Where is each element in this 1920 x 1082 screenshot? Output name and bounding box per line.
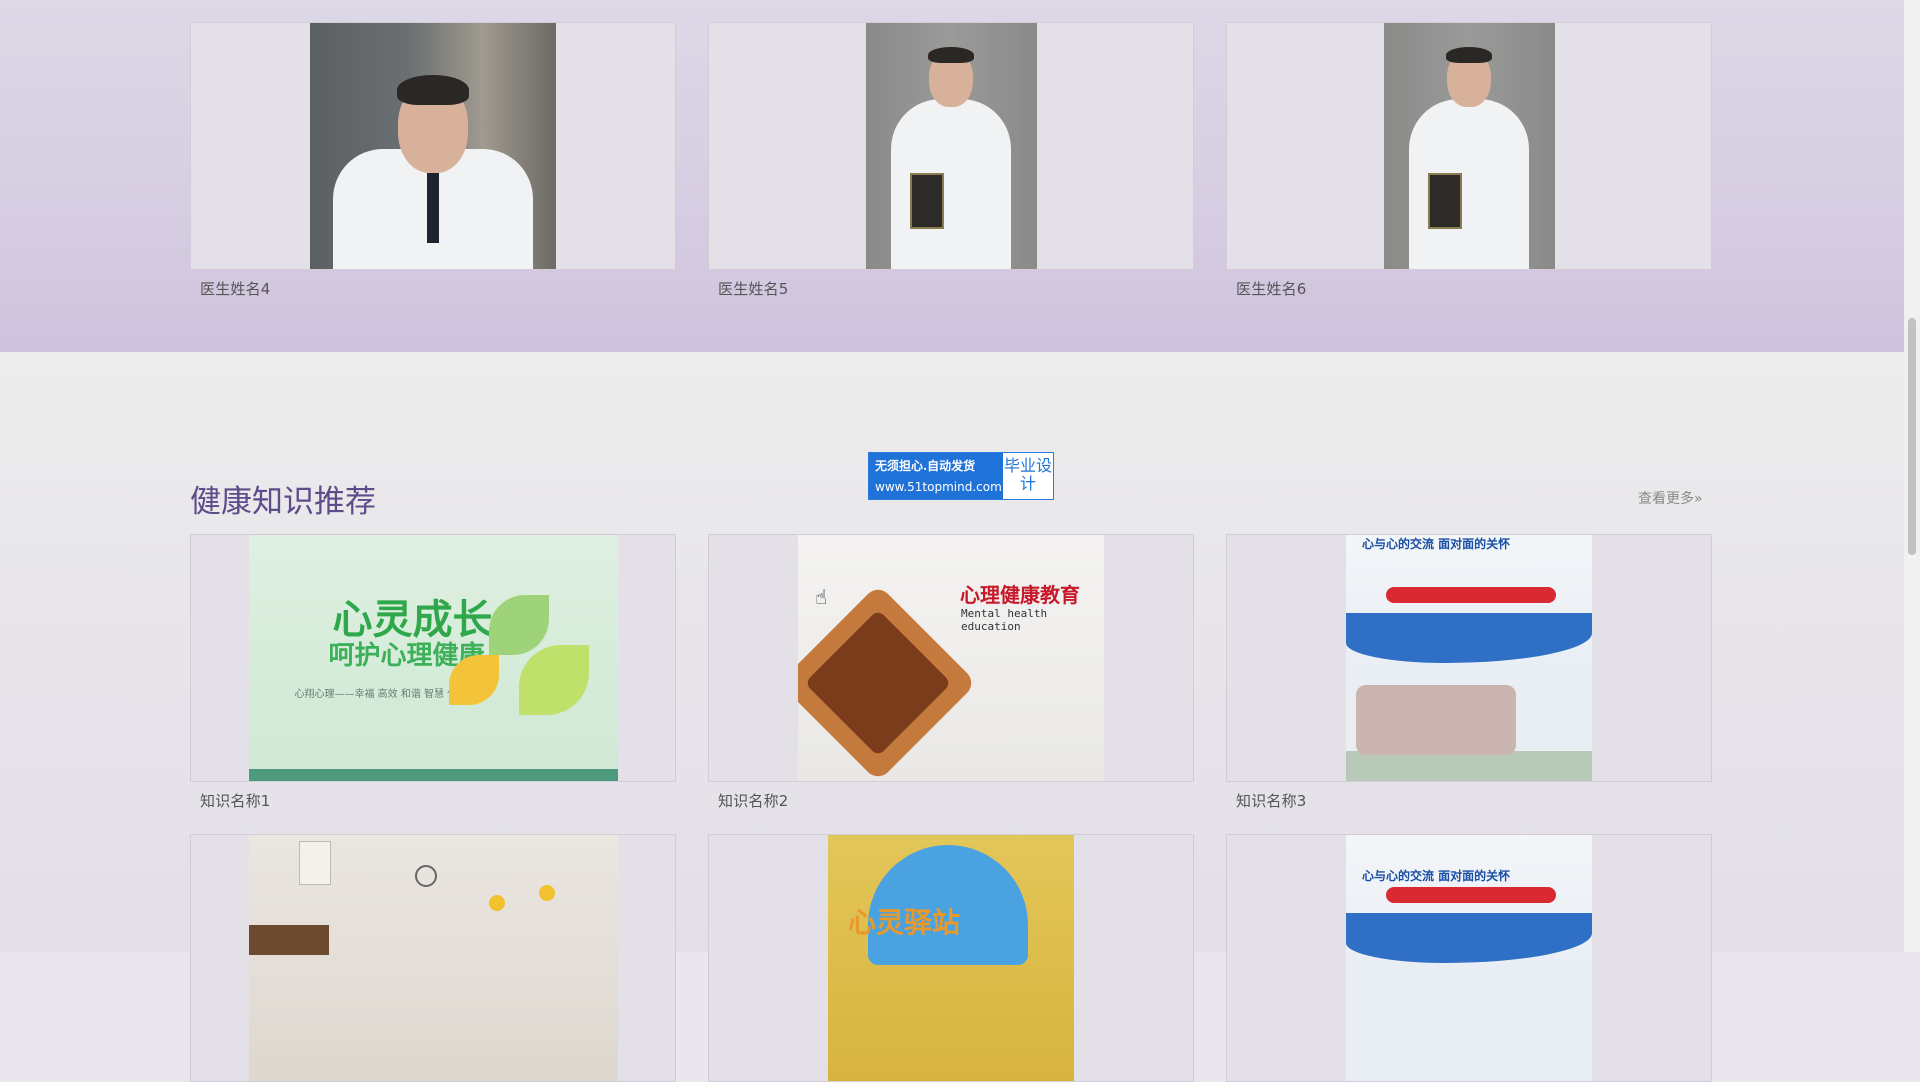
knowledge-image-frame [190,834,676,1082]
red-band [1386,887,1556,903]
doctor-hair [928,47,974,63]
ad-line1: 无须担心.自动发货 [875,459,976,473]
knowledge-image-frame: 心与心的交流 面对面的关怀 [1226,534,1712,782]
knowledge-image[interactable]: 心与心的交流 面对面的关怀 [1346,835,1592,1081]
doctor-card[interactable]: 医生姓名5 [708,22,1194,299]
knowledge-card[interactable]: 心理健康教育 Mental health education 知识名称2 [708,534,1194,811]
doctor-card[interactable]: 医生姓名4 [190,22,676,299]
wall-clock [414,865,437,887]
doctor-photo[interactable] [310,23,556,269]
knowledge-image-frame: 心灵驿站 [708,834,1194,1082]
image-text-3: 心翔心理——幸福 高效 和谐 智慧 保密 [294,689,468,700]
scrollbar-thumb[interactable] [1908,318,1916,555]
knowledge-image[interactable]: 心灵驿站 [828,835,1074,1081]
knowledge-name[interactable]: 知识名称2 [708,790,1194,811]
knowledge-image-frame: 心理健康教育 Mental health education [708,534,1194,782]
knowledge-card[interactable]: 心与心的交流 面对面的关怀 知识名称3 [1226,534,1712,811]
floor [1346,751,1592,781]
ad-badge[interactable]: 无须担心.自动发货 www.51topmind.com 毕业设计 [868,452,1054,500]
more-link[interactable]: 查看更多» [1638,488,1703,508]
knowledge-image[interactable] [248,835,618,1081]
image-text-1: 心理健康教育 [960,583,1080,607]
knowledge-image-frame: 心灵成长 呵护心理健康 心翔心理——幸福 高效 和谐 智慧 保密 [190,534,676,782]
doctor-name[interactable]: 医生姓名5 [708,278,1194,299]
knowledge-card[interactable]: 心与心的交流 面对面的关怀 [1226,834,1712,1082]
red-band [1386,587,1556,603]
sofa [1356,685,1516,755]
doctor-book [909,173,944,229]
knowledge-card[interactable]: 心灵驿站 [708,834,1194,1082]
knowledge-name[interactable]: 知识名称1 [190,790,676,811]
image-text-1: 心与心的交流 面对面的关怀 [1362,869,1511,883]
doctor-photo-frame [190,22,676,270]
desk [248,925,329,955]
ad-line2: www.51topmind.com [875,480,1002,494]
knowledge-image[interactable]: 心与心的交流 面对面的关怀 [1346,535,1592,781]
doctor-book [1427,173,1462,229]
doctor-photo-frame [1226,22,1712,270]
doctor-photo[interactable] [865,23,1037,269]
doctor-hair [397,75,469,105]
ad-left: 无须担心.自动发货 www.51topmind.com [869,453,1003,499]
doctor-hair [1446,47,1492,63]
image-text-1: 心与心的交流 面对面的关怀 [1362,537,1511,551]
knowledge-image-frame: 心与心的交流 面对面的关怀 [1226,834,1712,1082]
doctor-name[interactable]: 医生姓名6 [1226,278,1712,299]
image-text-1: 心灵驿站 [848,906,961,939]
leaf-shape [488,595,549,655]
ground-strip [248,769,618,781]
page-scrollbar[interactable] [1904,0,1920,952]
sunflower [538,885,555,901]
leaf-shape [518,645,589,715]
wall-poster [298,841,331,885]
hand-cursor-icon: ☝ [815,585,828,609]
doctor-photo-frame [708,22,1194,270]
knowledge-title: 健康知识推荐 [190,484,376,520]
doctor-tie [427,173,439,243]
knowledge-image[interactable]: 心灵成长 呵护心理健康 心翔心理——幸福 高效 和谐 智慧 保密 [248,535,618,781]
knowledge-image[interactable]: 心理健康教育 Mental health education [798,535,1104,781]
knowledge-name[interactable]: 知识名称3 [1226,790,1712,811]
doctor-card[interactable]: 医生姓名6 [1226,22,1712,299]
knowledge-card[interactable] [190,834,676,1082]
ad-right: 毕业设计 [1003,456,1052,493]
doctor-photo[interactable] [1383,23,1555,269]
doctor-name[interactable]: 医生姓名4 [190,278,676,299]
knowledge-card[interactable]: 心灵成长 呵护心理健康 心翔心理——幸福 高效 和谐 智慧 保密 知识名称1 [190,534,676,811]
heart-shelf-inner [804,609,952,757]
sunflower [488,895,505,911]
image-text-2: Mental health education [961,607,1048,633]
